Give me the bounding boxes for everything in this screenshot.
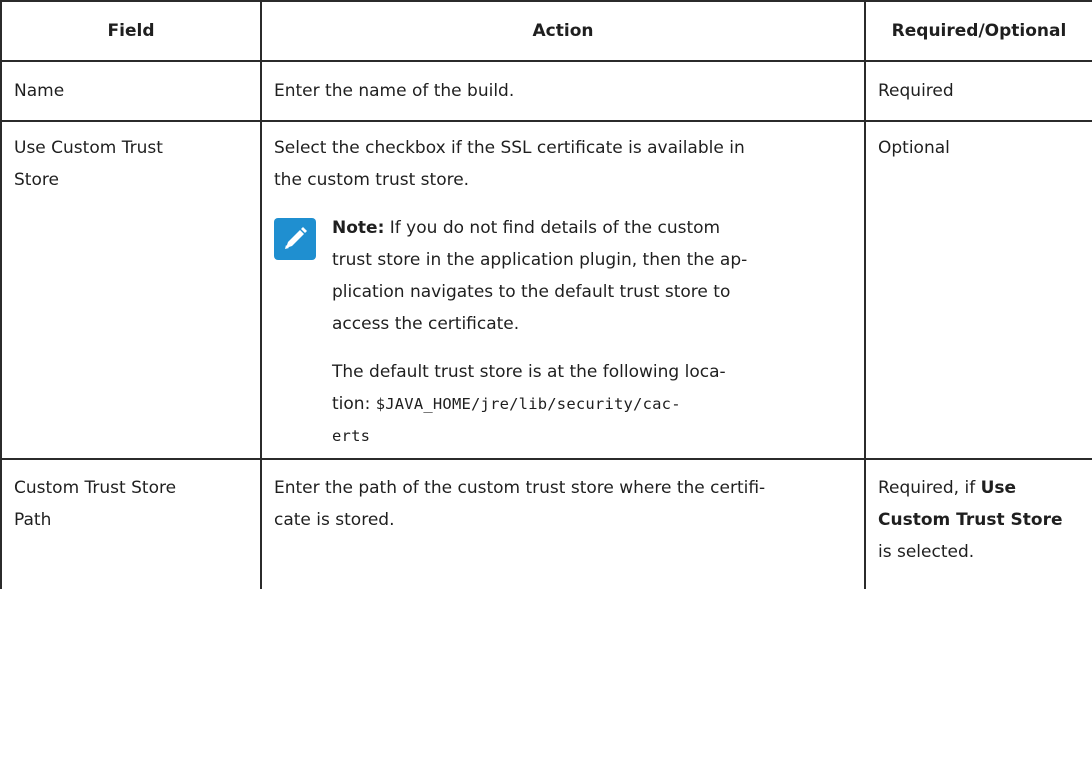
field-line: Custom Trust Store xyxy=(14,478,177,498)
required-bold: Use xyxy=(980,478,1017,498)
action-line: the custom trust store. xyxy=(274,170,470,190)
cell-action-use-custom-trust-store: Select the checkbox if the SSL certifica… xyxy=(260,120,866,460)
note-text: If you do not find details of the custom xyxy=(384,218,721,238)
note-text: trust store in the application plugin, t… xyxy=(332,250,748,270)
action-line: Select the checkbox if the SSL certifica… xyxy=(274,138,745,158)
table-row: Name Enter the name of the build. Requir… xyxy=(0,60,1092,122)
action-line: Enter the path of the custom trust store… xyxy=(274,478,766,498)
header-field: Field xyxy=(0,0,262,62)
cell-required-name: Required xyxy=(864,60,1092,122)
header-action: Action xyxy=(260,0,866,62)
field-line: Path xyxy=(14,510,52,530)
note-block: Note: If you do not find details of the … xyxy=(274,212,852,452)
note-label: Note: xyxy=(332,218,385,238)
note-text: plication navigates to the default trust… xyxy=(332,282,731,302)
code-path: $JAVA_HOME/jre/lib/security/cac- xyxy=(375,395,681,413)
table-row: Use Custom Trust Store Select the checkb… xyxy=(0,120,1092,460)
cell-action-name: Enter the name of the build. xyxy=(260,60,866,122)
parameters-table: Field Action Required/Optional Name Ente… xyxy=(0,0,1092,589)
field-line: Store xyxy=(14,170,59,190)
action-line: cate is stored. xyxy=(274,510,395,530)
required-bold: Custom Trust Store xyxy=(878,510,1063,530)
note-text: access the certificate. xyxy=(332,314,520,334)
pencil-note-icon xyxy=(274,218,316,260)
table-row: Custom Trust Store Path Enter the path o… xyxy=(0,458,1092,589)
cell-required-use-custom-trust-store: Optional xyxy=(864,120,1092,460)
required-text: is selected. xyxy=(878,542,975,562)
cell-field-custom-trust-store-path: Custom Trust Store Path xyxy=(0,458,262,589)
note-text: tion: xyxy=(332,394,371,414)
cell-field-use-custom-trust-store: Use Custom Trust Store xyxy=(0,120,262,460)
code-path: erts xyxy=(332,427,371,445)
note-text: The default trust store is at the follow… xyxy=(332,362,726,382)
required-text: Required, if xyxy=(878,478,981,498)
header-required-optional: Required/Optional xyxy=(864,0,1092,62)
cell-action-custom-trust-store-path: Enter the path of the custom trust store… xyxy=(260,458,866,589)
table-header-row: Field Action Required/Optional xyxy=(0,0,1092,62)
field-line: Use Custom Trust xyxy=(14,138,163,158)
cell-field-name: Name xyxy=(0,60,262,122)
cell-required-custom-trust-store-path: Required, if Use Custom Trust Store is s… xyxy=(864,458,1092,589)
